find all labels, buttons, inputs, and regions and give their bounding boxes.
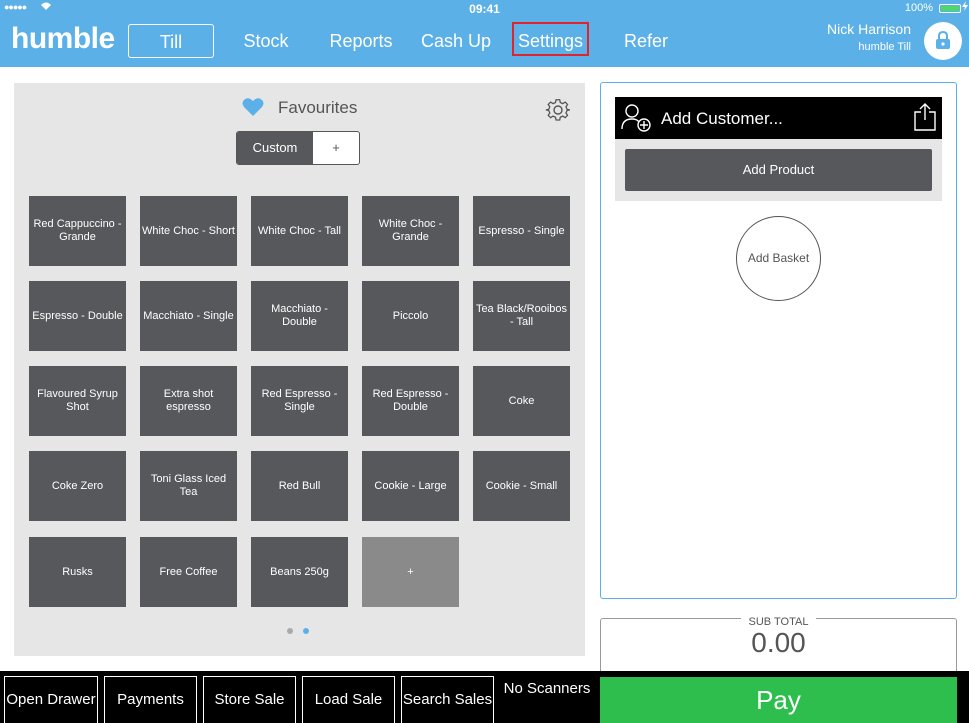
product-tile[interactable]: Flavoured Syrup Shot [29,366,126,436]
bottom-toolbar: Open Drawer Payments Store Sale Load Sal… [0,671,969,723]
status-time: 09:41 [469,2,500,16]
pay-button[interactable]: Pay [600,677,957,723]
brand-logo: humble [11,22,115,55]
page-dot-active[interactable] [303,628,309,634]
product-tile[interactable]: Beans 250g [251,537,348,607]
top-navigation: humble Till Stock Reports Cash Up Settin… [0,16,969,67]
product-tile[interactable]: Toni Glass Iced Tea [140,451,237,521]
heart-icon [242,97,264,122]
product-tile[interactable]: Red Cappuccino - Grande [29,196,126,266]
segment-add[interactable]: + [313,132,359,164]
load-sale-button[interactable]: Load Sale [302,676,395,723]
battery-percentage: 100% [904,2,933,14]
product-tile[interactable]: Cookie - Small [473,451,570,521]
product-tile[interactable]: Piccolo [362,281,459,351]
product-tile[interactable]: Red Bull [251,451,348,521]
add-favourite-tile[interactable]: + [362,537,459,607]
add-customer-bar[interactable]: Add Customer... [615,97,942,139]
segment-custom[interactable]: Custom [237,132,313,164]
basket-panel: Add Customer... Add Product Add Basket [600,82,957,599]
status-bar: ●●●●● 09:41 100% [0,0,969,16]
favourites-title: Favourites [278,98,358,117]
nav-tab-till[interactable]: Till [128,24,214,58]
subtotal-box: SUB TOTAL 0.00 [600,616,957,678]
product-tile[interactable]: Free Coffee [140,537,237,607]
product-tile[interactable]: Espresso - Double [29,281,126,351]
battery-icon [939,4,961,13]
product-tile[interactable]: Rusks [29,537,126,607]
product-tile[interactable]: Red Espresso - Double [362,366,459,436]
gear-icon[interactable] [545,97,571,128]
product-tile[interactable]: White Choc - Grande [362,196,459,266]
lock-button[interactable] [924,22,962,60]
product-tile[interactable]: White Choc - Short [140,196,237,266]
add-product-button[interactable]: Add Product [625,149,932,191]
add-customer-label: Add Customer... [661,109,783,128]
product-tile[interactable]: Tea Black/Rooibos - Tall [473,281,570,351]
product-tile[interactable]: Cookie - Large [362,451,459,521]
nav-tab-refer[interactable]: Refer [617,24,675,58]
product-tile[interactable]: White Choc - Tall [251,196,348,266]
favourites-panel: Favourites Custom + Red Cappuccino - Gra… [14,83,585,656]
open-drawer-button[interactable]: Open Drawer [4,676,98,723]
scanner-status: No Scanners [503,680,591,697]
product-tile[interactable]: Macchiato - Single [140,281,237,351]
store-sale-button[interactable]: Store Sale [203,676,296,723]
product-tile[interactable]: Coke Zero [29,451,126,521]
subtotal-value: 0.00 [751,627,806,658]
product-tile[interactable]: Macchiato - Double [251,281,348,351]
charging-icon [962,1,968,14]
product-area: Add Product [615,139,942,201]
product-tile[interactable]: Red Espresso - Single [251,366,348,436]
nav-tab-stock[interactable]: Stock [236,24,296,58]
search-sales-button[interactable]: Search Sales [401,676,494,723]
nav-tab-settings[interactable]: Settings [512,22,589,56]
add-basket-button[interactable]: Add Basket [736,216,821,301]
user-name: Nick Harrison [826,21,911,37]
nav-tab-reports[interactable]: Reports [326,24,396,58]
product-tile[interactable]: Coke [473,366,570,436]
product-tile[interactable]: Extra shot espresso [140,366,237,436]
page-dot[interactable] [287,628,293,634]
nav-tab-cash-up[interactable]: Cash Up [420,24,492,58]
product-tile[interactable]: Espresso - Single [473,196,570,266]
till-name: humble Till [858,41,911,53]
add-customer-icon [621,103,653,138]
favourites-segment-control: Custom + [236,131,360,165]
share-icon[interactable] [914,103,936,136]
lock-icon [936,31,950,49]
payments-button[interactable]: Payments [104,676,197,723]
